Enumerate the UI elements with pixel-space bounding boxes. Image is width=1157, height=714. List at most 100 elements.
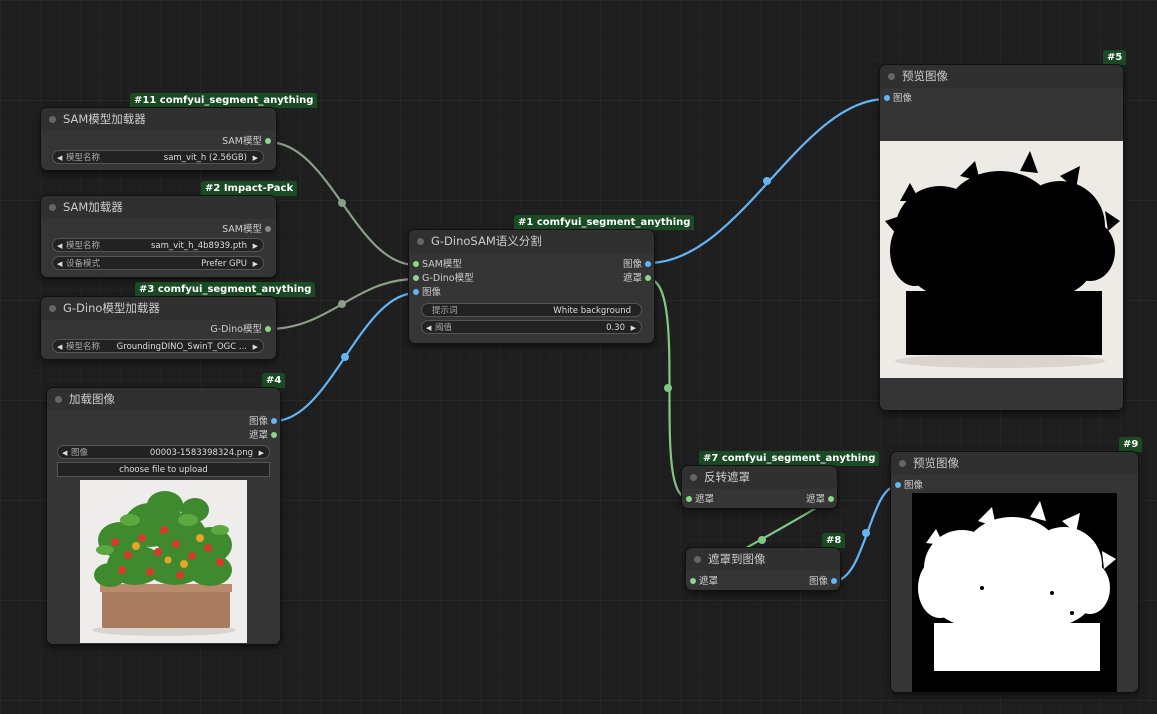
arrow-left-icon[interactable]: ◀ — [62, 446, 67, 460]
collapse-dot-icon[interactable] — [55, 396, 62, 403]
collapse-dot-icon[interactable] — [49, 204, 56, 211]
input-image[interactable]: 图像 — [413, 287, 441, 299]
output-gdino-model[interactable]: G-Dino模型 — [210, 324, 271, 336]
node-title-bar[interactable]: G-Dino模型加载器 — [41, 297, 276, 320]
output-image[interactable]: 图像 — [249, 416, 277, 428]
node-title-bar[interactable]: 预览图像 — [891, 452, 1138, 475]
output-pin-icon[interactable] — [271, 431, 277, 438]
load-image-node[interactable]: 加载图像 图像 遮罩 ◀ 图像 00003-1583398324.png ▶ c… — [47, 388, 280, 644]
arrow-left-icon[interactable]: ◀ — [57, 239, 62, 253]
output-pin-icon[interactable] — [271, 417, 277, 424]
collapse-dot-icon[interactable] — [694, 556, 701, 563]
node-title-bar[interactable]: G-DinoSAM语义分割 — [409, 230, 654, 253]
input-label: SAM模型 — [422, 259, 462, 270]
node-title: SAM加载器 — [63, 200, 123, 214]
gdino-model-loader-node[interactable]: G-Dino模型加载器 G-Dino模型 ◀ 模型名称 GroundingDIN… — [41, 297, 276, 359]
arrow-right-icon[interactable]: ▶ — [259, 446, 264, 460]
link-gdino-model-midpoint[interactable] — [338, 300, 346, 308]
arrow-right-icon[interactable]: ▶ — [253, 340, 258, 354]
output-label: 图像 — [808, 576, 828, 587]
output-mask[interactable]: 遮罩 — [623, 273, 651, 285]
link-mask-invert-midpoint[interactable] — [664, 384, 672, 392]
arrow-left-icon[interactable]: ◀ — [426, 321, 431, 335]
sam-model-loader-node[interactable]: SAM模型加载器 SAM模型 ◀ 模型名称 sam_vit_h (2.56GB)… — [41, 108, 276, 170]
output-mask[interactable]: 遮罩 — [806, 494, 834, 506]
model-name-combo[interactable]: ◀ 模型名称 sam_vit_h_4b8939.pth ▶ — [52, 238, 264, 252]
arrow-left-icon[interactable]: ◀ — [57, 340, 62, 354]
node-title-bar[interactable]: 反转遮罩 — [682, 466, 837, 489]
node-badge: #4 — [262, 373, 286, 388]
output-pin-icon[interactable] — [828, 495, 834, 502]
output-mask[interactable]: 遮罩 — [249, 430, 277, 442]
widget-value: 00003-1583398324.png — [149, 448, 253, 458]
threshold-number-field[interactable]: ◀ 阈值 0.30 ▶ — [421, 320, 642, 334]
node-title-bar[interactable]: 遮罩到图像 — [686, 548, 840, 571]
node-title: 加载图像 — [69, 392, 115, 406]
collapse-dot-icon[interactable] — [49, 305, 56, 312]
output-pin-icon[interactable] — [645, 274, 651, 281]
output-pin-icon[interactable] — [645, 260, 651, 267]
model-name-combo[interactable]: ◀ 模型名称 sam_vit_h (2.56GB) ▶ — [52, 150, 264, 164]
widget-label: 提示词 — [432, 306, 458, 316]
input-pin-icon[interactable] — [884, 94, 890, 101]
arrow-right-icon[interactable]: ▶ — [253, 151, 258, 165]
collapse-dot-icon[interactable] — [690, 474, 697, 481]
link-load-image-midpoint[interactable] — [341, 353, 349, 361]
node-title-bar[interactable]: SAM模型加载器 — [41, 108, 276, 131]
input-mask[interactable]: 遮罩 — [686, 494, 714, 506]
node-badge: #3 comfyui_segment_anything — [135, 282, 316, 297]
input-label: 遮罩 — [695, 494, 715, 505]
input-label: 遮罩 — [699, 576, 719, 587]
output-pin-icon[interactable] — [831, 577, 837, 584]
node-title-bar[interactable]: 加载图像 — [47, 388, 280, 411]
preview-image-node-5[interactable]: 预览图像 图像 — [880, 65, 1123, 410]
input-image[interactable]: 图像 — [895, 480, 923, 492]
input-pin-icon[interactable] — [690, 577, 696, 584]
link-invert-masktoimage-midpoint[interactable] — [758, 536, 766, 544]
input-pin-icon[interactable] — [413, 260, 419, 267]
input-sam-model[interactable]: SAM模型 — [413, 259, 462, 271]
gdino-sam-segment-node[interactable]: G-DinoSAM语义分割 SAM模型 G-Dino模型 图像 图像 遮罩 提示… — [409, 230, 654, 343]
input-pin-icon[interactable] — [895, 481, 901, 488]
output-pin-icon[interactable] — [265, 137, 271, 144]
output-pin-icon[interactable] — [265, 325, 271, 332]
upload-button[interactable]: choose file to upload — [57, 462, 270, 477]
impact-sam-loader-node[interactable]: SAM加载器 SAM模型 ◀ 模型名称 sam_vit_h_4b8939.pth… — [41, 196, 276, 277]
collapse-dot-icon[interactable] — [49, 116, 56, 123]
input-pin-icon[interactable] — [413, 274, 419, 281]
node-badge: #7 comfyui_segment_anything — [699, 451, 880, 466]
input-gdino-model[interactable]: G-Dino模型 — [413, 273, 474, 285]
output-sam-model[interactable]: SAM模型 — [222, 224, 271, 236]
input-image[interactable]: 图像 — [884, 93, 912, 105]
node-title-bar[interactable]: SAM加载器 — [41, 196, 276, 219]
preview-image-node-9[interactable]: 预览图像 图像 — [891, 452, 1138, 692]
collapse-dot-icon[interactable] — [417, 238, 424, 245]
widget-label: 模型名称 — [66, 342, 101, 352]
arrow-right-icon[interactable]: ▶ — [253, 257, 258, 271]
output-label: SAM模型 — [222, 136, 262, 147]
arrow-left-icon[interactable]: ◀ — [57, 257, 62, 271]
output-pin-icon[interactable] — [265, 225, 271, 232]
output-sam-model[interactable]: SAM模型 — [222, 136, 271, 148]
collapse-dot-icon[interactable] — [888, 73, 895, 80]
prompt-text-field[interactable]: 提示词 White background — [421, 303, 642, 317]
mask-to-image-node[interactable]: 遮罩到图像 遮罩 图像 — [686, 548, 840, 590]
output-image[interactable]: 图像 — [809, 576, 837, 588]
input-mask[interactable]: 遮罩 — [690, 576, 718, 588]
input-pin-icon[interactable] — [686, 495, 692, 502]
input-pin-icon[interactable] — [413, 288, 419, 295]
invert-mask-node[interactable]: 反转遮罩 遮罩 遮罩 — [682, 466, 837, 508]
device-mode-combo[interactable]: ◀ 设备模式 Prefer GPU ▶ — [52, 256, 264, 270]
link-masktoimage-preview9-midpoint[interactable] — [862, 529, 870, 537]
widget-label: 阈值 — [435, 323, 453, 333]
model-name-combo[interactable]: ◀ 模型名称 GroundingDINO_SwinT_OGC ... ▶ — [52, 339, 264, 353]
arrow-left-icon[interactable]: ◀ — [57, 151, 62, 165]
link-sam-model-midpoint[interactable] — [338, 199, 346, 207]
collapse-dot-icon[interactable] — [899, 460, 906, 467]
link-image-preview5-midpoint[interactable] — [763, 177, 771, 185]
image-file-combo[interactable]: ◀ 图像 00003-1583398324.png ▶ — [57, 445, 270, 459]
arrow-right-icon[interactable]: ▶ — [253, 239, 258, 253]
arrow-right-icon[interactable]: ▶ — [631, 321, 636, 335]
output-image[interactable]: 图像 — [623, 259, 651, 271]
node-title-bar[interactable]: 预览图像 — [880, 65, 1123, 88]
